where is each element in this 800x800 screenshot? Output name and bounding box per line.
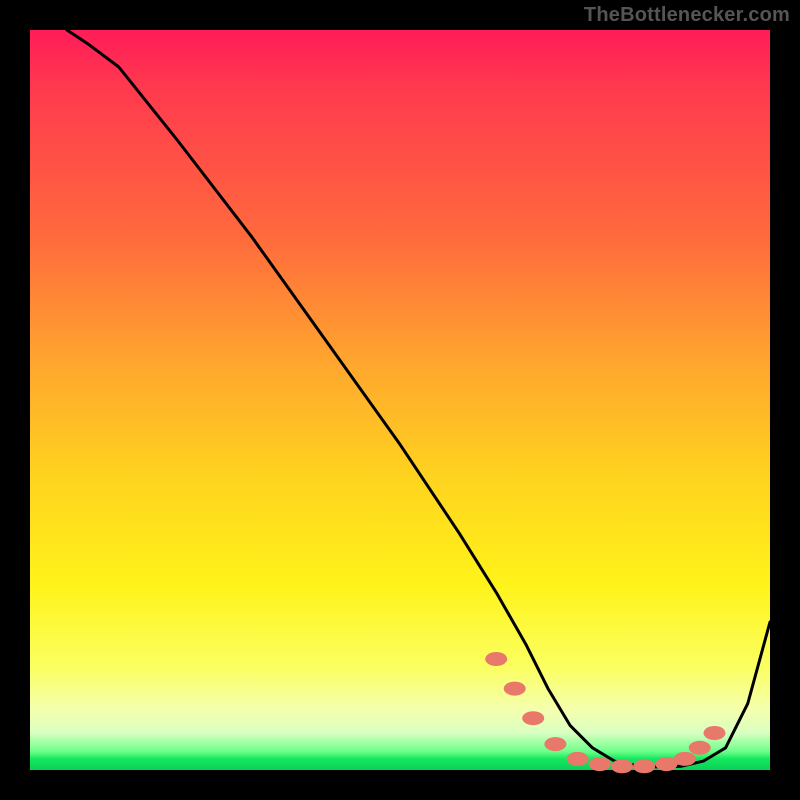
highlight-marker <box>633 759 655 773</box>
highlight-marker <box>567 752 589 766</box>
chart-stage: TheBottlenecker.com <box>0 0 800 800</box>
highlight-marker <box>504 682 526 696</box>
highlight-marker <box>485 652 507 666</box>
chart-overlay <box>30 30 770 770</box>
highlight-marker <box>611 759 633 773</box>
highlight-marker <box>704 726 726 740</box>
highlight-marker <box>544 737 566 751</box>
bottleneck-curve <box>67 30 770 767</box>
highlight-marker <box>522 711 544 725</box>
plot-area <box>30 30 770 770</box>
highlight-marker <box>689 741 711 755</box>
attribution-label: TheBottlenecker.com <box>584 4 790 27</box>
highlight-marker <box>674 752 696 766</box>
highlight-marker <box>589 757 611 771</box>
